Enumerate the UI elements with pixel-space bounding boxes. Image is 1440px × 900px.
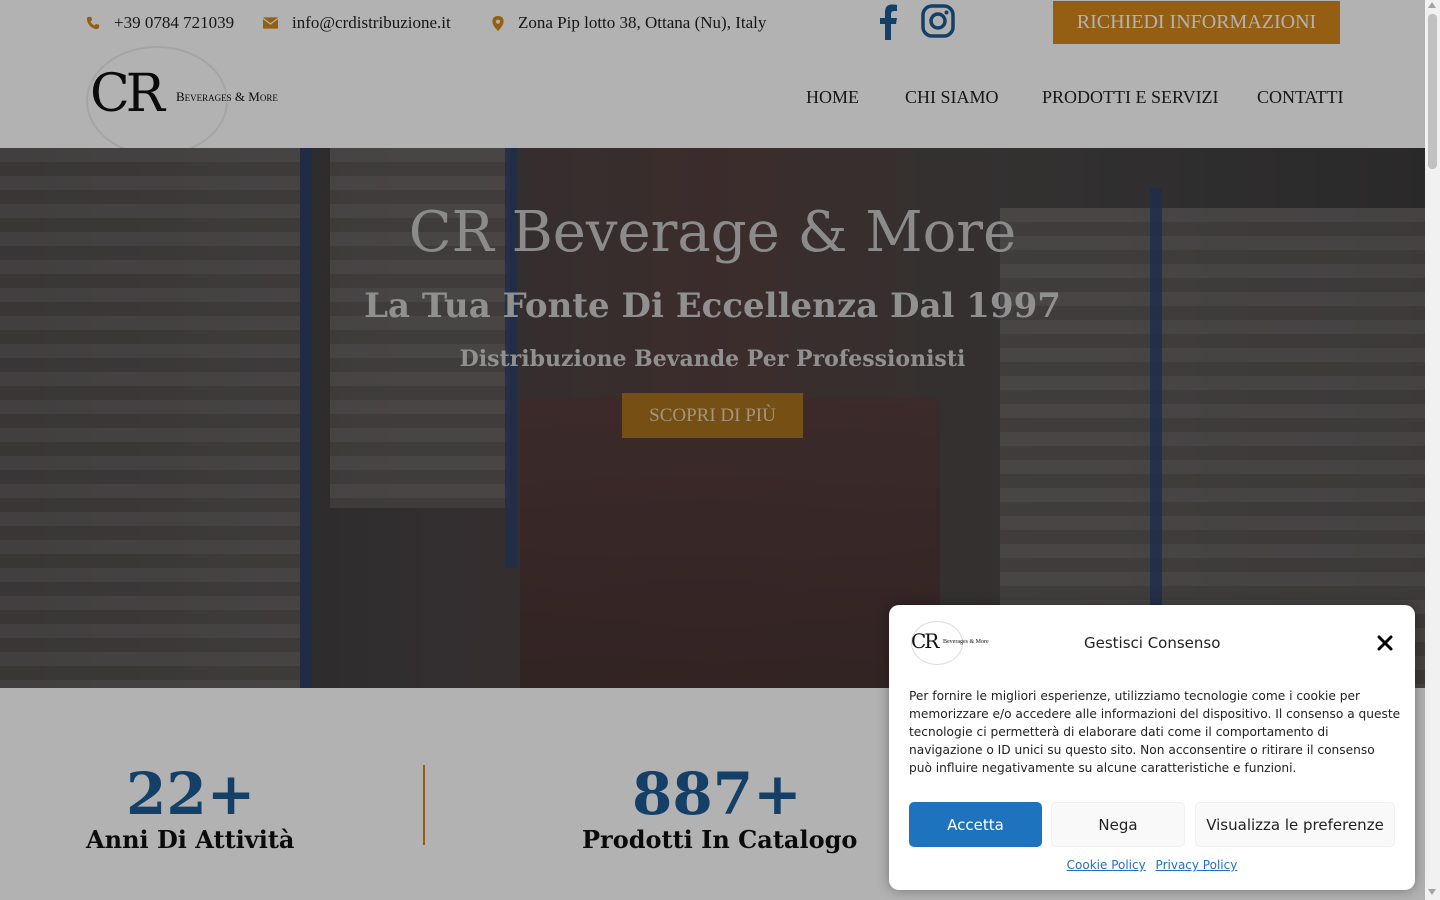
site-header: CR Beverages & More HOME CHI SIAMO PRODO…: [0, 44, 1425, 156]
scroll-down-arrow-icon[interactable]: [1428, 889, 1436, 895]
nav-chi-siamo[interactable]: CHI SIAMO: [905, 87, 999, 108]
facebook-icon[interactable]: [876, 4, 900, 40]
privacy-policy-link[interactable]: Privacy Policy: [1156, 858, 1238, 872]
instagram-icon[interactable]: [921, 4, 955, 38]
cookie-policy-link[interactable]: Cookie Policy: [1067, 858, 1146, 872]
cookie-logo: CR Beverages & More: [909, 621, 989, 665]
deny-button[interactable]: Nega: [1051, 802, 1185, 847]
logo-main-text: CR: [90, 64, 165, 124]
close-icon[interactable]: [1375, 633, 1395, 653]
email-text: info@crdistribuzione.it: [292, 13, 451, 32]
stat-years-label: Anni Di Attività: [86, 825, 295, 854]
address-text: Zona Pip lotto 38, Ottana (Nu), Italy: [518, 13, 767, 32]
address-contact: Zona Pip lotto 38, Ottana (Nu), Italy: [492, 13, 766, 33]
cookie-title: Gestisci Consenso: [1084, 634, 1221, 652]
stat-products-label: Prodotti In Catalogo: [582, 825, 858, 854]
request-info-button[interactable]: RICHIEDI INFORMAZIONI: [1053, 1, 1340, 44]
accept-button[interactable]: Accetta: [909, 802, 1042, 847]
phone-contact[interactable]: +39 0784 721039: [86, 13, 234, 33]
nav-contatti[interactable]: CONTATTI: [1257, 87, 1344, 108]
hero-subtitle: La Tua Fonte Di Eccellenza Dal 1997: [364, 286, 1061, 326]
cookie-links: Cookie Policy Privacy Policy: [889, 858, 1415, 872]
phone-icon: [86, 16, 100, 30]
top-bar: +39 0784 721039 info@crdistribuzione.it …: [0, 0, 1425, 44]
phone-text: +39 0784 721039: [114, 13, 235, 32]
hero-tagline: Distribuzione Bevande Per Professionisti: [459, 346, 966, 372]
stat-divider: [423, 765, 425, 845]
site-logo[interactable]: CR Beverages & More: [86, 44, 296, 156]
logo-sub-text: Beverages & More: [176, 89, 278, 104]
email-contact[interactable]: info@crdistribuzione.it: [263, 13, 451, 33]
map-marker-icon: [492, 15, 504, 31]
cookie-description: Per fornire le migliori esperienze, util…: [909, 689, 1401, 775]
cookie-logo-sub-text: Beverages & More: [943, 639, 989, 645]
hero-title: CR Beverage & More: [408, 200, 1017, 265]
nav-prodotti-servizi[interactable]: PRODOTTI E SERVIZI: [1042, 87, 1219, 108]
nav-home[interactable]: HOME: [806, 87, 859, 108]
scroll-up-arrow-icon[interactable]: [1428, 2, 1436, 8]
envelope-icon: [263, 17, 278, 29]
cookie-consent-dialog: CR Beverages & More Gestisci Consenso Pe…: [889, 605, 1415, 890]
cookie-logo-main-text: CR: [911, 629, 939, 653]
view-preferences-button[interactable]: Visualizza le preferenze: [1195, 802, 1395, 847]
stat-products-value: 887+: [632, 760, 802, 828]
discover-more-button[interactable]: SCOPRI DI PIÙ: [622, 393, 803, 438]
stat-years-value: 22+: [126, 760, 256, 828]
scrollbar-thumb[interactable]: [1428, 14, 1437, 169]
